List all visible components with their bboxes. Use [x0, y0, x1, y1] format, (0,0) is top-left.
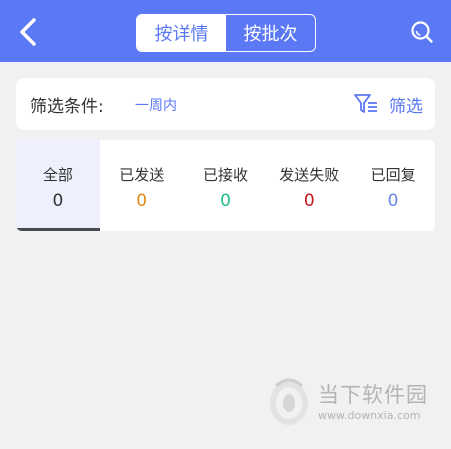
back-button[interactable] — [10, 14, 46, 50]
status-tab-count: 0 — [220, 191, 231, 211]
tab-by-detail[interactable]: 按详情 — [137, 15, 226, 51]
status-tab-count: 0 — [136, 191, 148, 211]
filter-bar: 筛选条件: 一周内 筛选 — [16, 78, 435, 130]
status-tab-replied[interactable]: 已回复 0 — [351, 140, 435, 231]
chevron-left-icon — [20, 18, 36, 46]
status-tab-label: 发送失败 — [279, 166, 340, 184]
filter-button[interactable]: 筛选 — [353, 90, 423, 118]
status-tab-label: 全部 — [42, 166, 73, 184]
status-tab-count: 0 — [387, 191, 399, 211]
status-tab-sent[interactable]: 已发送 0 — [100, 140, 184, 231]
search-icon — [411, 21, 433, 43]
top-bar: 按详情 按批次 — [0, 0, 451, 62]
watermark-url: www.downxia.com — [318, 409, 421, 422]
filter-condition-label: 筛选条件: — [30, 97, 104, 117]
status-tab-count: 0 — [52, 191, 64, 211]
status-tab-failed[interactable]: 发送失败 0 — [267, 140, 351, 231]
filter-icon — [354, 94, 377, 113]
status-tab-label: 已回复 — [370, 166, 416, 184]
filter-button-label: 筛选 — [389, 96, 423, 117]
status-tab-count: 0 — [303, 191, 315, 211]
watermark: 当下软件园 www.downxia.com — [266, 376, 436, 431]
view-mode-toggle: 按详情 按批次 — [136, 14, 316, 52]
filter-condition-value[interactable]: 一周内 — [135, 95, 177, 115]
status-tab-label: 已发送 — [119, 166, 165, 184]
tab-by-batch[interactable]: 按批次 — [226, 15, 315, 51]
watermark-logo-icon — [270, 378, 308, 425]
search-button[interactable] — [407, 17, 437, 47]
status-tab-received[interactable]: 已接收 0 — [184, 140, 268, 231]
status-tabs: 全部 0 已发送 0 已接收 0 发送失败 0 已回复 0 — [16, 140, 435, 231]
status-tab-all[interactable]: 全部 0 — [16, 140, 100, 231]
status-tab-label: 已接收 — [202, 166, 248, 184]
watermark-title: 当下软件园 — [318, 383, 428, 407]
